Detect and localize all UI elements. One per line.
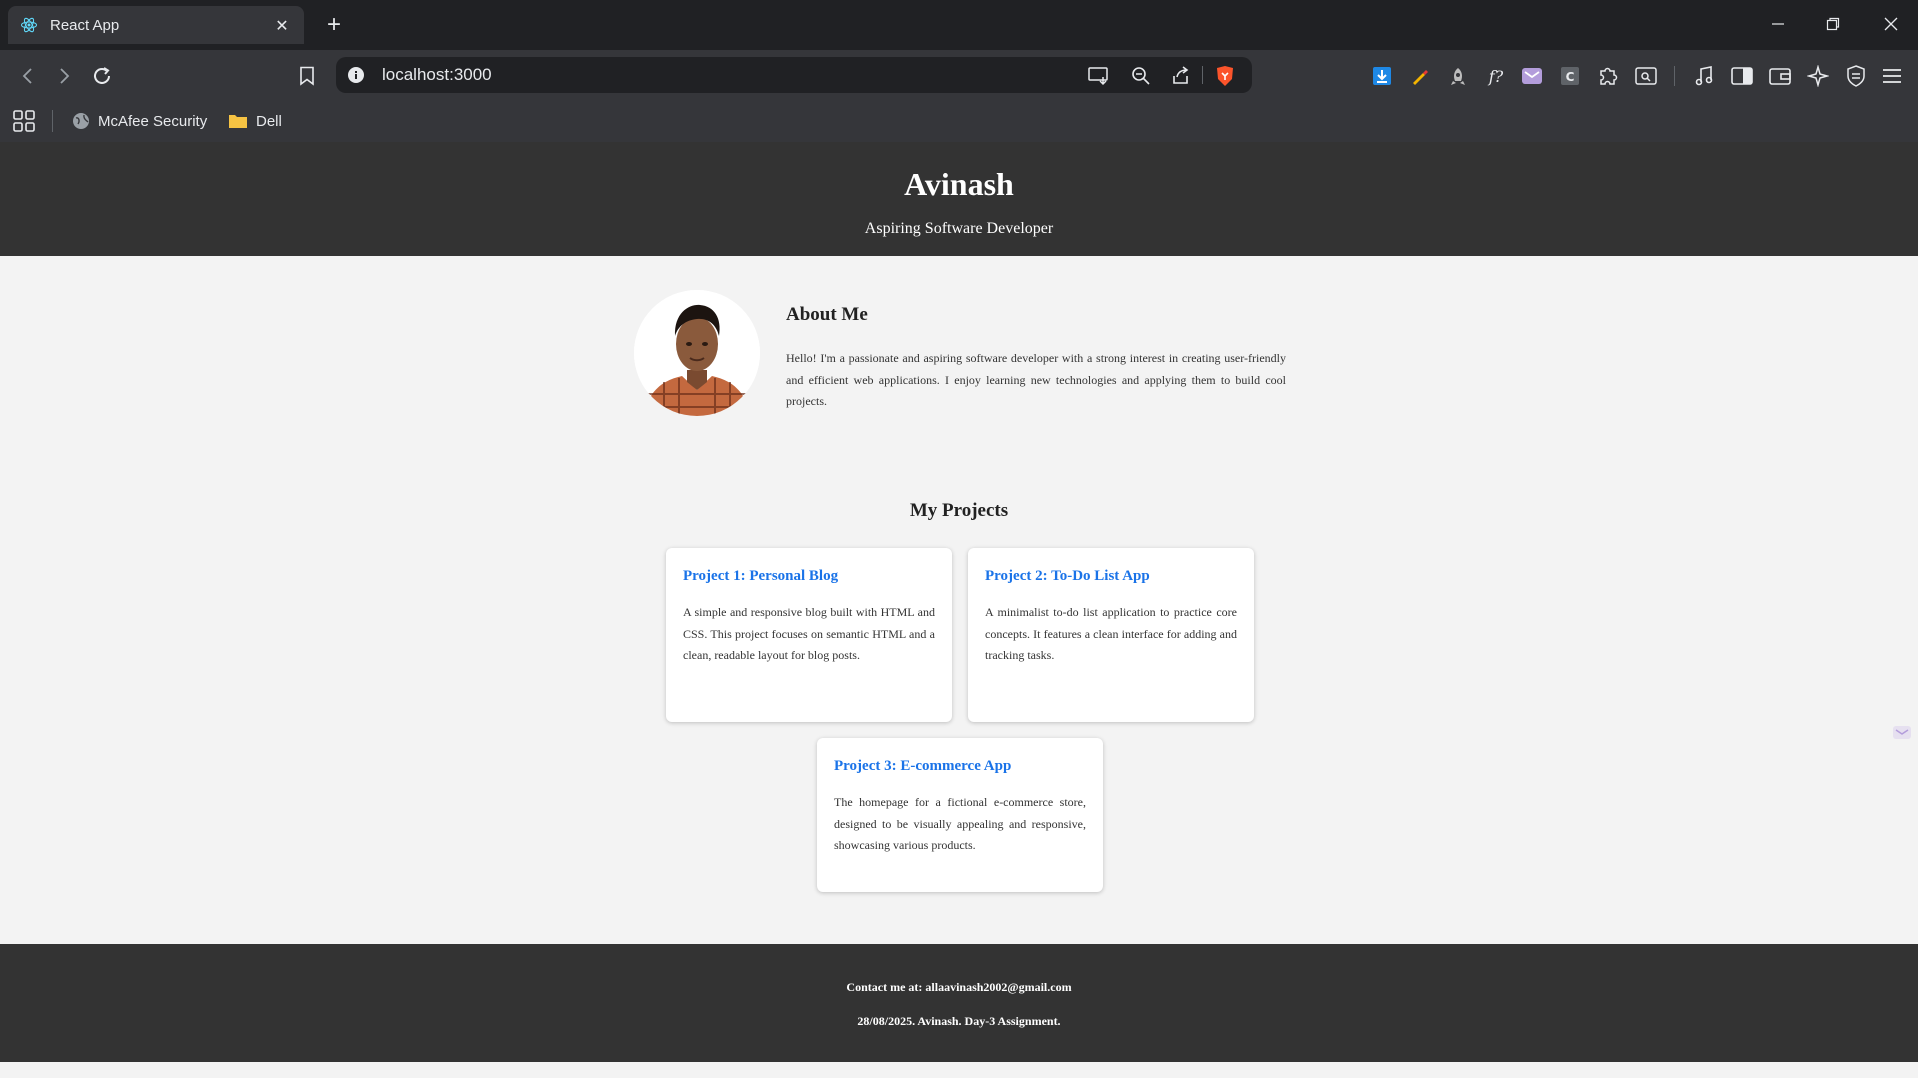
forward-button[interactable] [49, 61, 79, 91]
music-icon[interactable] [1692, 64, 1716, 88]
site-header: Avinash Aspiring Software Developer [0, 142, 1918, 256]
site-name: Avinash [904, 166, 1014, 202]
project-title: Project 1: Personal Blog [683, 568, 839, 584]
wallet-icon[interactable] [1768, 64, 1792, 88]
new-tab-button[interactable]: + [320, 11, 348, 39]
minimize-button[interactable] [1758, 8, 1798, 40]
window-close-button[interactable] [1871, 8, 1911, 40]
mail-extension-icon[interactable] [1520, 64, 1544, 88]
zoom-icon[interactable] [1130, 65, 1152, 87]
project-description: The homepage for a fictional e-commerce … [834, 795, 1086, 852]
project-title: Project 2: To-Do List App [985, 568, 1150, 584]
divider [1202, 66, 1203, 84]
globe-icon [72, 112, 90, 130]
folder-icon [228, 113, 248, 129]
react-icon [20, 16, 38, 34]
address-bar[interactable]: localhost:3000 [336, 57, 1252, 93]
divider [52, 110, 53, 132]
about-title: About Me [786, 304, 868, 325]
extensions-puzzle-icon[interactable] [1596, 64, 1620, 88]
about-section: About Me Hello! I'm a passionate and asp… [634, 290, 1286, 420]
menu-icon[interactable] [1880, 64, 1904, 88]
about-text: Hello! I'm a passionate and aspiring sof… [786, 351, 1286, 408]
back-arrow-icon [22, 68, 32, 84]
floating-mail-icon[interactable] [1892, 722, 1912, 742]
formula-extension-icon[interactable]: f? [1484, 64, 1508, 88]
apps-grid-icon[interactable] [12, 109, 36, 133]
project-card-2: Project 2: To-Do List App A minimalist t… [968, 548, 1254, 722]
forward-arrow-icon [60, 68, 70, 84]
page-content: Avinash Aspiring Software Developer Abou… [0, 142, 1918, 1078]
bookmark-button[interactable] [292, 61, 322, 91]
tab-strip: React App ✕ + [0, 0, 1918, 50]
project-title: Project 3: E-commerce App [834, 758, 1012, 774]
close-icon [1884, 17, 1898, 31]
close-icon[interactable]: ✕ [272, 16, 292, 35]
url-text[interactable]: localhost:3000 [382, 65, 492, 85]
info-icon[interactable] [346, 65, 366, 85]
bookmark-dell[interactable]: Dell [228, 109, 282, 133]
footer-contact: Contact me at: allaavinash2002@gmail.com [846, 980, 1072, 994]
pen-extension-icon[interactable] [1408, 64, 1432, 88]
install-app-icon[interactable] [1088, 65, 1110, 87]
brave-shield-icon[interactable] [1214, 65, 1236, 87]
c-extension-icon[interactable]: C [1558, 64, 1582, 88]
restore-button[interactable] [1813, 8, 1853, 40]
restore-icon [1826, 17, 1840, 31]
browser-toolbar: localhost:3000 f? C [0, 50, 1918, 100]
tab-title: React App [50, 16, 120, 34]
back-button[interactable] [13, 61, 43, 91]
minimize-icon [1772, 23, 1784, 25]
avatar [634, 290, 760, 416]
project-description: A minimalist to-do list application to p… [985, 605, 1237, 662]
projects-title: My Projects [909, 500, 1009, 521]
project-card-3: Project 3: E-commerce App The homepage f… [817, 738, 1103, 892]
bookmarks-bar: McAfee Security Dell [0, 100, 1918, 142]
bookmark-mcafee[interactable]: McAfee Security [72, 109, 207, 133]
vpn-shield-icon[interactable] [1844, 64, 1868, 88]
sidebar-icon[interactable] [1730, 64, 1754, 88]
footer-note: 28/08/2025. Avinash. Day-3 Assignment. [857, 1014, 1061, 1028]
site-footer: Contact me at: allaavinash2002@gmail.com… [0, 944, 1918, 1062]
project-card-1: Project 1: Personal Blog A simple and re… [666, 548, 952, 722]
project-description: A simple and responsive blog built with … [683, 605, 935, 662]
bookmark-label: Dell [256, 112, 282, 130]
bookmark-icon [300, 66, 314, 86]
divider [1674, 66, 1675, 86]
reload-button[interactable] [87, 61, 117, 91]
rocket-extension-icon[interactable] [1446, 64, 1470, 88]
leo-ai-icon[interactable] [1806, 64, 1830, 88]
bookmark-label: McAfee Security [98, 112, 208, 130]
reader-mode-icon[interactable] [1634, 64, 1658, 88]
reload-icon [94, 67, 110, 84]
svg-text:C: C [1566, 70, 1575, 84]
tab-react-app[interactable]: React App ✕ [8, 6, 304, 44]
download-extension-icon[interactable] [1370, 64, 1394, 88]
share-icon[interactable] [1170, 65, 1192, 87]
site-tagline: Aspiring Software Developer [864, 220, 1054, 237]
